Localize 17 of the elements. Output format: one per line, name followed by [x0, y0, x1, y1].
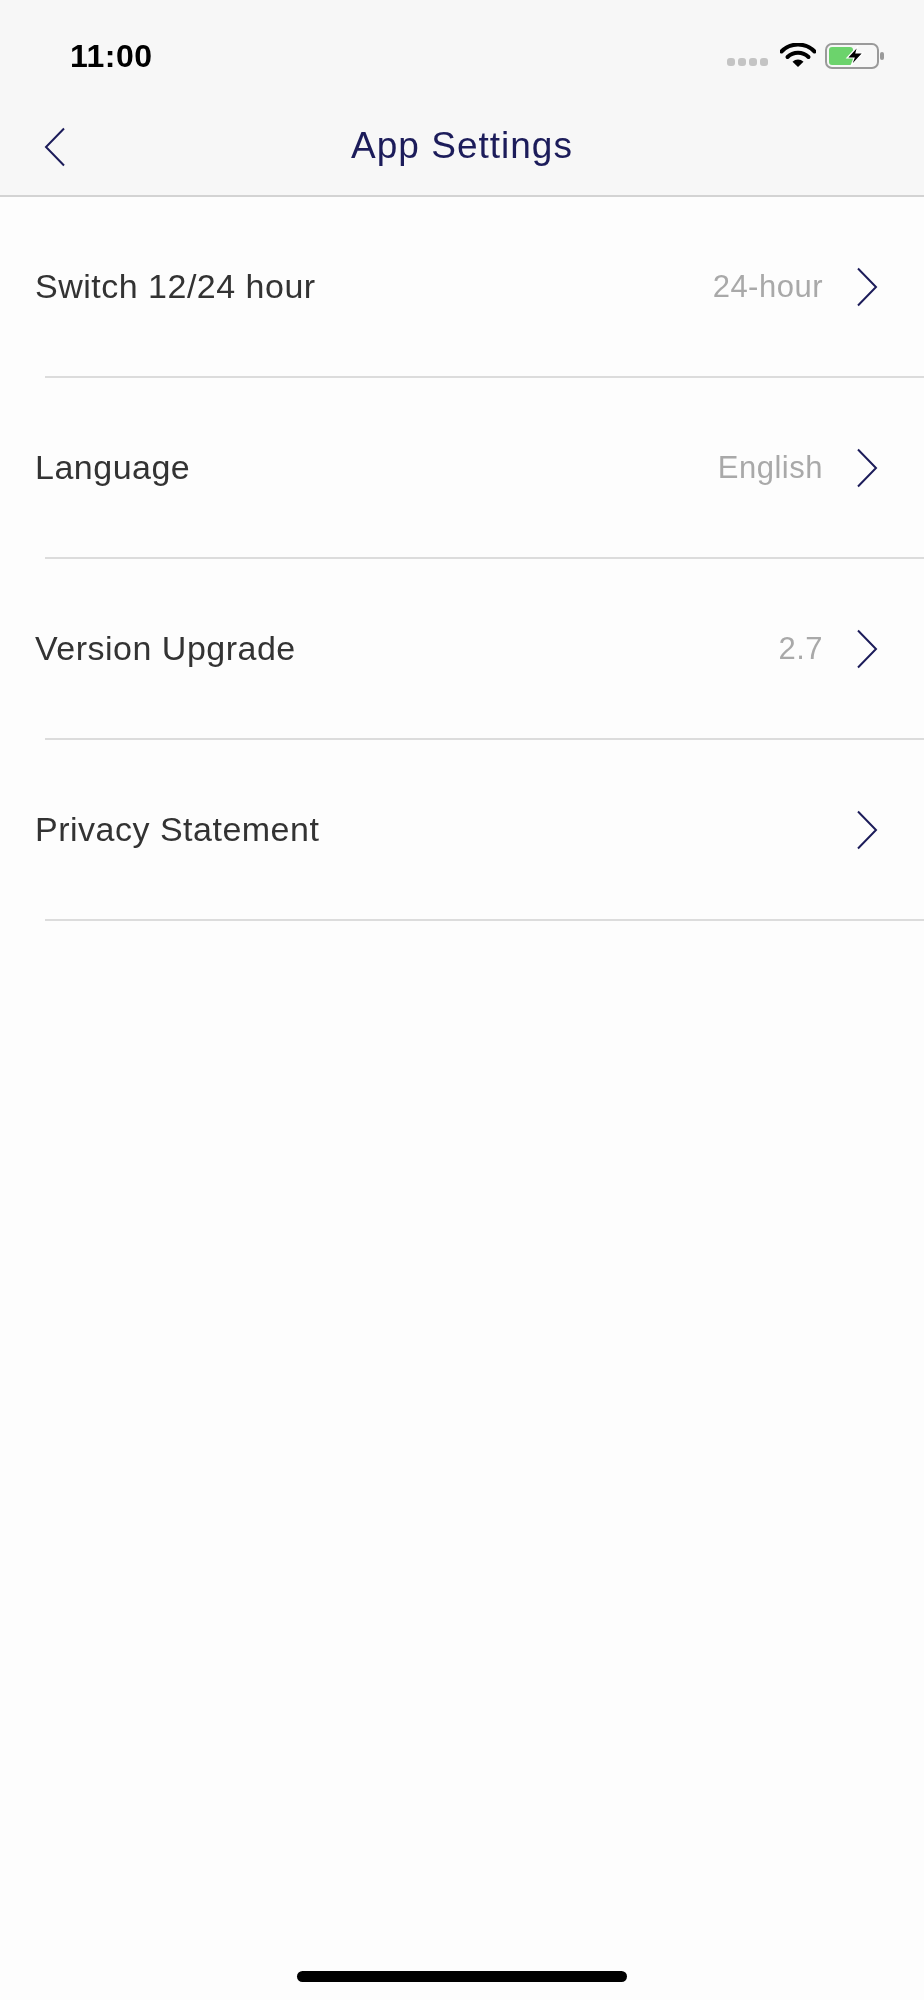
chevron-right-icon[interactable]: [856, 628, 878, 669]
chevron-right-icon[interactable]: [856, 266, 878, 307]
setting-label[interactable]: Switch 12/24 hour: [35, 267, 316, 306]
setting-label[interactable]: Privacy Statement: [35, 810, 320, 849]
chevron-right-icon[interactable]: [856, 809, 878, 850]
wifi-icon: [780, 42, 816, 68]
battery-charging-icon: [825, 43, 885, 69]
setting-label[interactable]: Language: [35, 448, 191, 487]
setting-value: 2.7: [778, 630, 823, 667]
chevron-right-icon[interactable]: [856, 447, 878, 488]
page-title: App Settings: [351, 124, 573, 168]
setting-value: English: [717, 449, 823, 486]
setting-value: 24-hour: [712, 268, 823, 305]
back-chevron-icon[interactable]: [44, 127, 66, 167]
status-time: 11:00: [70, 37, 153, 75]
signal-dots-icon: [727, 58, 768, 66]
setting-label[interactable]: Version Upgrade: [35, 629, 296, 668]
